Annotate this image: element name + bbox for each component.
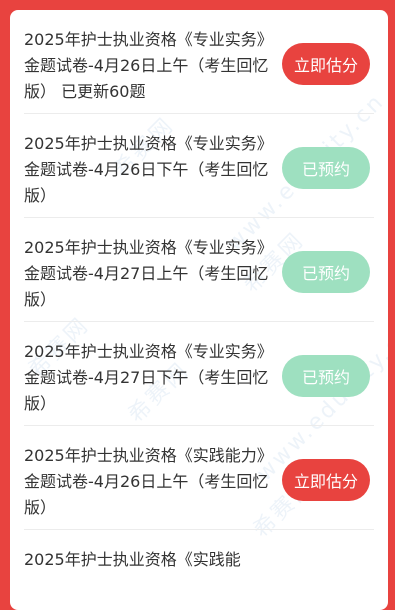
exam-title[interactable]: 2025年护士执业资格《实践能 — [24, 547, 286, 573]
exam-title[interactable]: 2025年护士执业资格《专业实务》金题试卷-4月27日上午（考生回忆版） — [24, 235, 286, 313]
exam-title[interactable]: 2025年护士执业资格《专业实务》金题试卷-4月27日下午（考生回忆版） — [24, 339, 286, 417]
list-item: 2025年护士执业资格《专业实务》金题试卷-4月27日上午（考生回忆版） 已预约 — [24, 218, 374, 322]
exam-title[interactable]: 2025年护士执业资格《专业实务》金题试卷-4月26日下午（考生回忆版） — [24, 131, 286, 209]
list-item: 2025年护士执业资格《实践能力》金题试卷-4月26日上午（考生回忆版） 立即估… — [24, 426, 374, 530]
list-item: 2025年护士执业资格《实践能 — [24, 530, 374, 610]
estimate-score-button[interactable]: 立即估分 — [282, 459, 370, 501]
exam-list-card: www.educity.cn 希赛网 希赛网 希赛网 www.educity.c… — [10, 10, 388, 610]
reserved-button[interactable]: 已预约 — [282, 147, 370, 189]
exam-title[interactable]: 2025年护士执业资格《实践能力》金题试卷-4月26日上午（考生回忆版） — [24, 443, 286, 521]
exam-list: 2025年护士执业资格《专业实务》金题试卷-4月26日上午（考生回忆版） 已更新… — [10, 10, 388, 610]
estimate-score-button[interactable]: 立即估分 — [282, 43, 370, 85]
exam-title[interactable]: 2025年护士执业资格《专业实务》金题试卷-4月26日上午（考生回忆版） 已更新… — [24, 27, 286, 105]
reserved-button[interactable]: 已预约 — [282, 251, 370, 293]
list-item: 2025年护士执业资格《专业实务》金题试卷-4月26日上午（考生回忆版） 已更新… — [24, 10, 374, 114]
reserved-button[interactable]: 已预约 — [282, 355, 370, 397]
list-item: 2025年护士执业资格《专业实务》金题试卷-4月27日下午（考生回忆版） 已预约 — [24, 322, 374, 426]
list-item: 2025年护士执业资格《专业实务》金题试卷-4月26日下午（考生回忆版） 已预约 — [24, 114, 374, 218]
